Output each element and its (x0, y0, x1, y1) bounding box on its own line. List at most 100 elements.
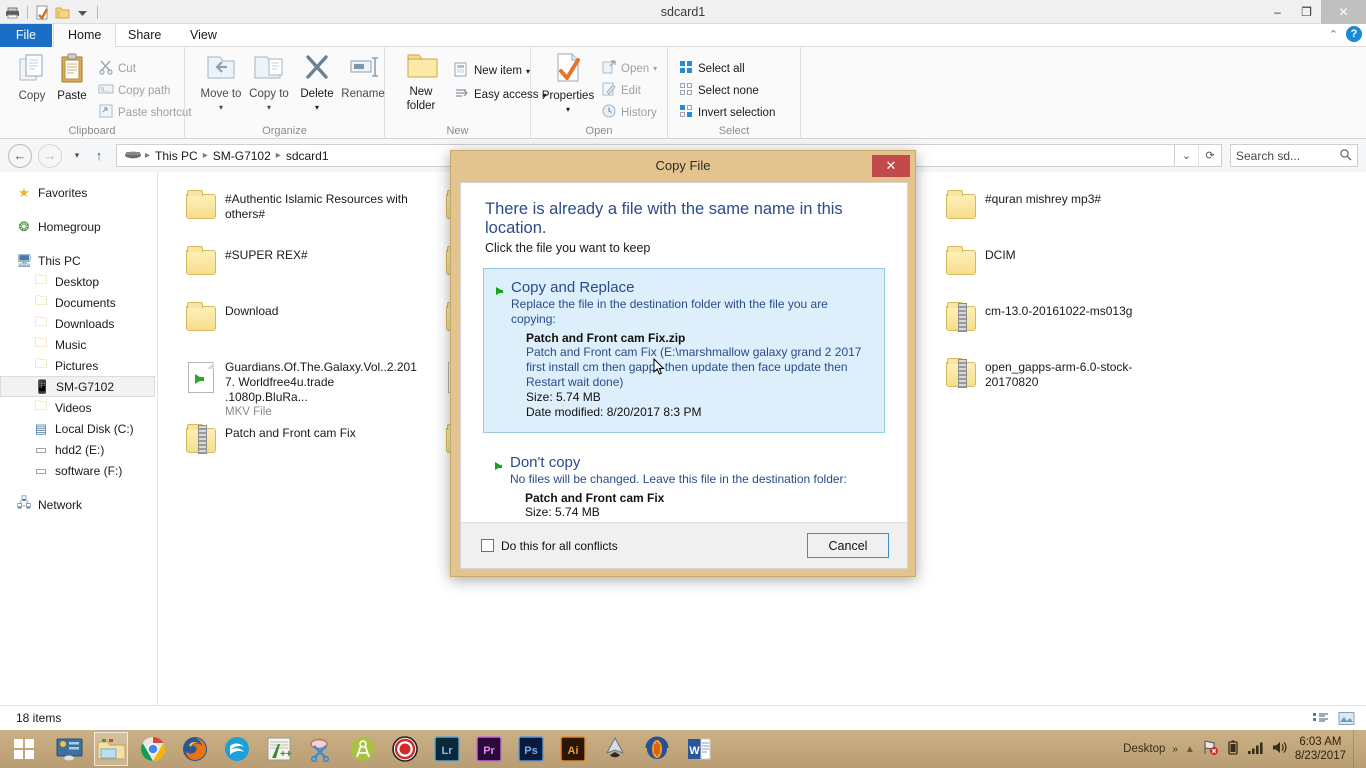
tab-view[interactable]: View (176, 24, 231, 47)
refresh-icon[interactable]: ⟳ (1198, 145, 1221, 166)
sidebar-item-pictures[interactable]: 🗀 Pictures (0, 355, 157, 376)
recent-locations-icon[interactable]: ▾ (70, 150, 84, 161)
tab-share[interactable]: Share (114, 24, 175, 47)
pictures-folder-icon: 🗀 (34, 355, 48, 371)
chevron-up-icon[interactable]: ⌃ (1329, 28, 1338, 41)
paste-button[interactable]: Paste (46, 51, 98, 102)
option-copy-and-replace[interactable]: Copy and Replace Replace the file in the… (483, 268, 885, 433)
signal-bars-icon[interactable] (1247, 740, 1264, 758)
sidebar-item-this-pc[interactable]: 🖥 This PC (0, 250, 157, 271)
navigation-pane[interactable]: ★ Favorites ❂ Homegroup 🖥 This PC 🗀 Desk… (0, 172, 158, 705)
volume-icon[interactable] (1271, 740, 1288, 758)
up-arrow-icon[interactable]: ↑ (90, 148, 108, 163)
lightroom-icon[interactable]: Lr (426, 730, 468, 768)
list-item[interactable]: #Authentic Islamic Resources with others… (177, 186, 427, 242)
chevron-down-icon[interactable]: ⌄ (1175, 145, 1198, 166)
sidebar-item-software-f[interactable]: ▭ software (F:) (0, 460, 157, 481)
sidebar-item-downloads[interactable]: 🗀 Downloads (0, 313, 157, 334)
breadcrumb-item-sdcard1[interactable]: sdcard1 (281, 149, 334, 163)
tab-home[interactable]: Home (53, 24, 117, 47)
notepadpp-icon[interactable]: ++ (258, 730, 300, 768)
history-button[interactable]: History (601, 103, 657, 122)
properties-icon[interactable] (34, 4, 51, 21)
sidebar-item-hdd2-e[interactable]: ▭ hdd2 (E:) (0, 439, 157, 460)
close-button[interactable]: ✕ (1321, 0, 1366, 24)
android-studio-icon[interactable] (342, 730, 384, 768)
printer-icon[interactable] (4, 4, 21, 21)
select-all-icon (678, 59, 694, 78)
restore-button[interactable]: ❐ (1292, 0, 1321, 24)
cancel-button[interactable]: Cancel (807, 533, 889, 558)
search-input[interactable]: Search sd... (1230, 144, 1358, 167)
back-arrow-icon[interactable]: ← (8, 143, 32, 168)
new-folder-button[interactable]: New folder (393, 51, 449, 112)
new-folder-icon[interactable] (54, 4, 71, 21)
customize-dropdown-icon[interactable] (74, 4, 91, 21)
sidebar-item-music[interactable]: 🗀 Music (0, 334, 157, 355)
minimize-button[interactable]: – (1263, 0, 1292, 24)
sidebar-item-network[interactable]: 🖧 Network (0, 494, 157, 515)
clock[interactable]: 6:03 AM 8/23/2017 (1295, 735, 1346, 763)
chevron-up-icon-tray[interactable]: ▲ (1185, 744, 1195, 755)
select-all-button[interactable]: Select all (678, 59, 745, 78)
breadcrumb-item-sm-g7102[interactable]: SM-G7102 (208, 149, 276, 163)
illustrator-icon[interactable]: Ai (552, 730, 594, 768)
checkbox-box[interactable] (481, 539, 494, 552)
inkscape-icon[interactable] (594, 730, 636, 768)
audacity-icon[interactable] (636, 730, 678, 768)
rename-button[interactable]: Rename (337, 51, 389, 100)
properties-button[interactable]: Properties ▾ (537, 51, 599, 116)
open-button[interactable]: Open ▾ (601, 59, 657, 78)
sidebar-item-documents[interactable]: 🗀 Documents (0, 292, 157, 313)
list-item[interactable]: #SUPER REX# (177, 242, 427, 298)
copy-path-button[interactable]: \\... Copy path (98, 81, 170, 100)
file-explorer-icon[interactable] (90, 730, 132, 768)
network-error-icon[interactable] (1202, 740, 1219, 758)
photoshop-icon[interactable]: Ps (510, 730, 552, 768)
cut-button[interactable]: Cut (98, 59, 136, 78)
move-to-button[interactable]: Move to ▾ (195, 51, 247, 114)
breadcrumb-item-this-pc[interactable]: This PC (150, 149, 203, 163)
invert-selection-button[interactable]: Invert selection (678, 103, 775, 122)
forward-arrow-icon[interactable]: → (38, 143, 62, 168)
snipping-tool-icon[interactable] (300, 730, 342, 768)
sidebar-item-favorites[interactable]: ★ Favorites (0, 182, 157, 203)
delete-button[interactable]: Delete ▾ (291, 51, 343, 114)
paste-shortcut-button[interactable]: Paste shortcut (98, 103, 192, 122)
select-none-button[interactable]: Select none (678, 81, 759, 100)
new-item-button[interactable]: New item ▾ (453, 61, 530, 81)
battery-icon[interactable] (1226, 740, 1240, 758)
screen-recorder-icon[interactable] (384, 730, 426, 768)
list-item[interactable]: Download (177, 298, 427, 354)
sublime-text-icon[interactable] (216, 730, 258, 768)
desktop-peek-label[interactable]: Desktop (1123, 743, 1165, 755)
sidebar-item-sm-g7102[interactable]: 📱 SM-G7102 (0, 376, 155, 397)
list-item[interactable]: cm-13.0-20161022-ms013g (937, 298, 1187, 354)
option-file-date: Date modified: 8/20/2017 8:3 PM (526, 405, 702, 419)
show-desktop-button[interactable] (1353, 730, 1358, 768)
list-item[interactable]: Patch and Front cam Fix (177, 420, 427, 476)
control-panel-icon[interactable] (48, 730, 90, 768)
sidebar-item-videos[interactable]: 🗀 Videos (0, 397, 157, 418)
copy-to-button[interactable]: Copy to ▾ (243, 51, 295, 114)
firefox-icon[interactable] (174, 730, 216, 768)
sidebar-item-desktop[interactable]: 🗀 Desktop (0, 271, 157, 292)
large-icons-view-icon[interactable] (1336, 709, 1356, 727)
edit-button[interactable]: Edit (601, 81, 641, 100)
premiere-icon[interactable]: Pr (468, 730, 510, 768)
details-view-icon[interactable] (1310, 709, 1330, 727)
list-item[interactable]: Guardians.Of.The.Galaxy.Vol..2.2017. Wor… (177, 354, 427, 418)
windows-start-icon[interactable] (0, 730, 48, 768)
help-icon[interactable]: ? (1346, 26, 1362, 42)
list-item[interactable]: #quran mishrey mp3# (937, 186, 1187, 242)
sidebar-item-local-disk-c[interactable]: ▤ Local Disk (C:) (0, 418, 157, 439)
do-this-for-all-conflicts-checkbox[interactable]: Do this for all conflicts (461, 539, 618, 553)
list-item[interactable]: DCIM (937, 242, 1187, 298)
chrome-icon[interactable] (132, 730, 174, 768)
tab-file[interactable]: File (0, 24, 52, 47)
show-hidden-icons-icon[interactable]: » (1172, 744, 1178, 755)
word-icon[interactable]: W (678, 730, 720, 768)
list-item[interactable]: open_gapps-arm-6.0-stock-20170820 (937, 354, 1187, 410)
dialog-close-button[interactable]: ✕ (872, 155, 910, 177)
sidebar-item-homegroup[interactable]: ❂ Homegroup (0, 216, 157, 237)
